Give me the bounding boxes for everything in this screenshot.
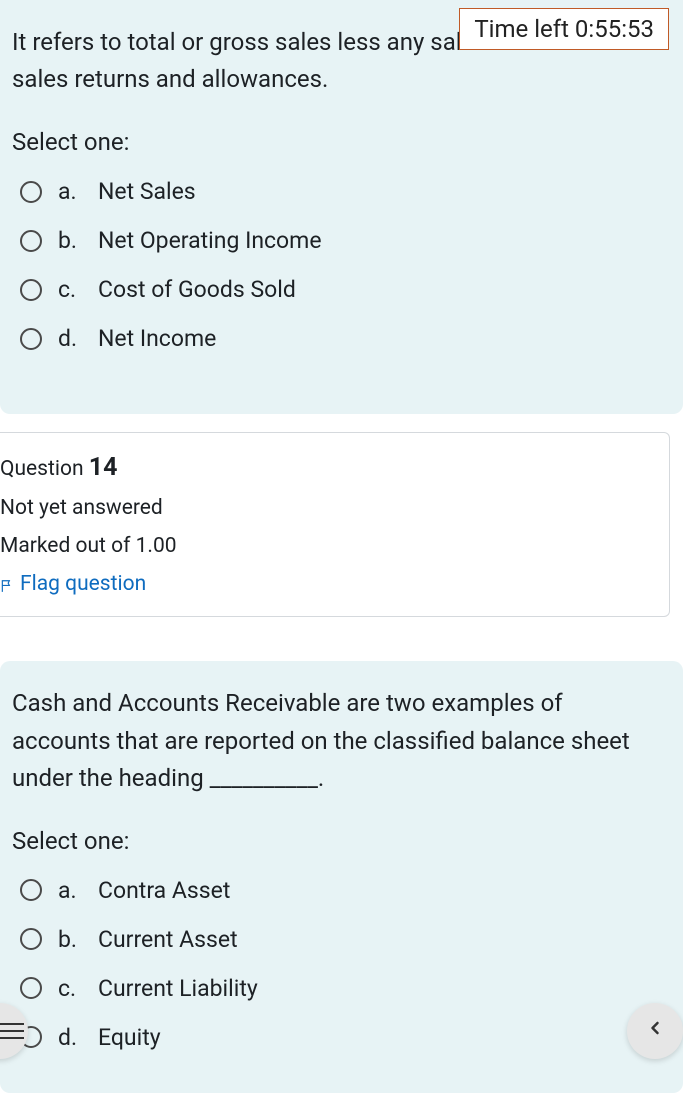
option-row: d. Net Income [20,325,671,352]
question-14-block: Cash and Accounts Receivable are two exa… [0,661,683,1093]
option-radio-d[interactable] [20,328,42,350]
option-text: Net Income [98,325,216,352]
option-letter: c. [58,276,82,303]
option-radio-b[interactable] [20,230,42,252]
option-letter: d. [58,1024,82,1051]
timer-badge: Time left 0:55:53 [459,8,669,50]
option-letter: b. [58,227,82,254]
option-radio-a[interactable] [20,879,42,901]
question-label: Question [0,457,84,481]
select-one-label: Select one: [12,827,671,855]
options-list: a. Net Sales b. Net Operating Income c. … [12,178,671,352]
question-marks: Marked out of 1.00 [0,534,653,558]
option-text: Net Operating Income [98,227,322,254]
menu-icon [0,1023,24,1039]
flag-icon [0,576,14,592]
option-row: d. Equity [20,1024,671,1051]
question-text: Cash and Accounts Receivable are two exa… [12,685,652,797]
question-number: Question 14 [0,453,653,482]
option-letter: c. [58,975,82,1002]
option-text: Current Asset [98,926,238,953]
flag-question-link[interactable]: Flag question [0,572,653,596]
back-button[interactable] [627,1003,683,1059]
option-letter: d. [58,325,82,352]
option-text: Current Liability [98,975,258,1002]
question-info-panel: Question 14 Not yet answered Marked out … [0,432,670,617]
option-letter: a. [58,178,82,205]
options-list: a. Contra Asset b. Current Asset c. Curr… [12,877,671,1051]
option-row: b. Current Asset [20,926,671,953]
option-radio-c[interactable] [20,977,42,999]
question-status: Not yet answered [0,496,653,520]
option-row: c. Cost of Goods Sold [20,276,671,303]
option-text: Net Sales [98,178,196,205]
question-number-value: 14 [89,453,118,482]
question-13-block: It refers to total or gross sales less a… [0,0,683,414]
option-row: a. Contra Asset [20,877,671,904]
option-letter: b. [58,926,82,953]
option-radio-a[interactable] [20,181,42,203]
option-row: a. Net Sales [20,178,671,205]
select-one-label: Select one: [12,128,671,156]
option-text: Equity [98,1024,161,1051]
option-letter: a. [58,877,82,904]
chevron-left-icon [645,1018,665,1044]
option-text: Contra Asset [98,877,230,904]
option-row: c. Current Liability [20,975,671,1002]
option-text: Cost of Goods Sold [98,276,296,303]
option-radio-b[interactable] [20,928,42,950]
option-radio-c[interactable] [20,279,42,301]
flag-question-label: Flag question [20,572,146,596]
option-row: b. Net Operating Income [20,227,671,254]
